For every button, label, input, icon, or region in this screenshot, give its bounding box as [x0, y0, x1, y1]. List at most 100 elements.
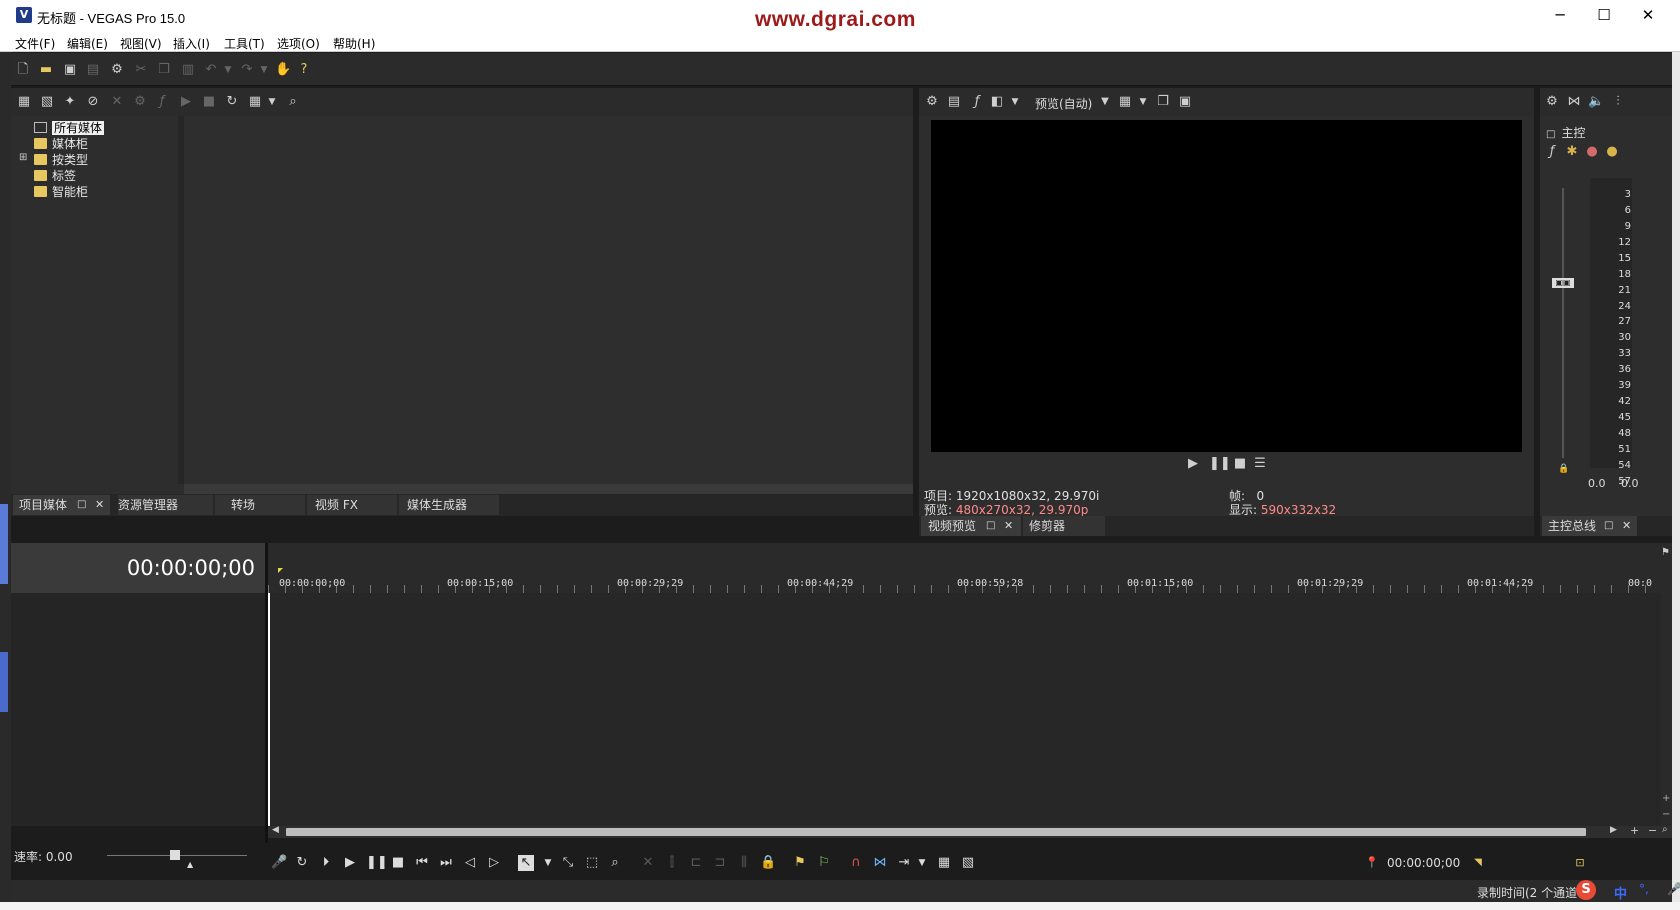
master-solo-icon[interactable]: ● — [1604, 144, 1620, 160]
events-icon[interactable]: ✋ — [275, 62, 291, 78]
selection-tool-icon[interactable]: ⬚ — [584, 855, 600, 871]
video-output-fx-icon[interactable]: ƒ — [969, 94, 985, 110]
media-scrollbar[interactable] — [184, 484, 913, 494]
envelope-tool-icon[interactable]: ⤡ — [560, 855, 576, 871]
menu-tools[interactable]: 工具(T) — [224, 35, 265, 52]
tab-video-fx[interactable]: 视频 FX — [307, 495, 397, 515]
timeline-tracks[interactable] — [268, 593, 1661, 826]
capture-icon[interactable]: ▧ — [39, 94, 55, 110]
play-icon[interactable]: ▶ — [342, 855, 358, 871]
tree-item-by-type[interactable]: 按类型 — [34, 152, 88, 168]
menu-insert[interactable]: 插入(I) — [173, 35, 210, 52]
mixer-sliders-icon[interactable]: ⫶ — [1610, 94, 1626, 110]
minimize-button[interactable]: ─ — [1538, 4, 1582, 26]
tab-master-bus[interactable]: 主控总线 □ ✕ — [1542, 516, 1637, 536]
save-snapshot-icon[interactable]: ▣ — [1177, 94, 1193, 110]
fader-lock-icon[interactable]: 🔒 — [1558, 464, 1569, 474]
expand-icon[interactable]: ⊞ — [19, 152, 27, 163]
loop-region-end-icon[interactable]: ⊡ — [1572, 855, 1588, 871]
media-fx-icon[interactable]: ƒ — [154, 94, 170, 110]
pause-icon[interactable]: ❚❚ — [366, 855, 388, 871]
views-dropdown-icon[interactable]: ▼ — [264, 94, 280, 110]
marker-flag-icon[interactable]: ⚑ — [1661, 547, 1670, 558]
media-stop-icon[interactable]: ■ — [201, 94, 217, 110]
go-to-end-icon[interactable]: ⏭ — [438, 855, 454, 871]
tab-explorer[interactable]: 资源管理器 — [118, 495, 213, 515]
tree-item-all-media[interactable]: 所有媒体 — [34, 120, 105, 136]
playhead-line[interactable] — [268, 593, 270, 826]
close-tab-icon[interactable]: ✕ — [1004, 516, 1013, 536]
lock-icon[interactable]: 🔒 — [760, 855, 776, 871]
normal-edit-tool-icon[interactable]: ↖ — [518, 855, 534, 871]
overlays-grid-icon[interactable]: ▦ — [1117, 94, 1133, 110]
remove-unused-icon[interactable]: ⊘ — [85, 94, 101, 110]
preview-menu-icon[interactable]: ☰ — [1252, 456, 1268, 472]
zoom-tool-icon[interactable]: ⌕ — [1662, 824, 1668, 835]
track-list-area[interactable] — [11, 593, 265, 826]
snapping-magnet-icon[interactable]: ∩ — [848, 855, 864, 871]
undock-icon[interactable]: □ — [77, 495, 86, 515]
search-icon[interactable]: ⌕ — [285, 94, 301, 110]
undo-dropdown-icon[interactable]: ▼ — [220, 62, 236, 78]
auto-ripple-icon[interactable]: ⇥ — [896, 855, 912, 871]
scroll-right-icon[interactable]: ▶ — [1610, 825, 1617, 835]
menu-edit[interactable]: 编辑(E) — [67, 35, 108, 52]
undock-icon[interactable]: □ — [986, 516, 995, 536]
preview-quality-select[interactable]: 预览(自动) — [1035, 95, 1092, 112]
close-tab-icon[interactable]: ✕ — [1622, 516, 1631, 536]
ripple-dropdown-icon[interactable]: ▼ — [914, 855, 930, 871]
close-button[interactable]: ✕ — [1626, 4, 1670, 26]
master-properties-gear-icon[interactable]: ⚙ — [1544, 94, 1560, 110]
zoom-edit-tool-icon[interactable]: ⌕ — [607, 855, 623, 871]
media-fx-gear-icon[interactable]: ⚙ — [132, 94, 148, 110]
downmix-icon[interactable]: ⋈ — [1566, 94, 1582, 110]
next-frame-icon[interactable]: ▷ — [486, 855, 502, 871]
scroll-thumb[interactable] — [286, 828, 1586, 836]
master-fx-icon[interactable]: ƒ — [1544, 144, 1560, 160]
trim-start-icon[interactable]: ⊏ — [688, 855, 704, 871]
open-folder-icon[interactable]: ▬ — [38, 62, 54, 78]
vertical-scrollbar[interactable]: ⚑ + − — [1661, 543, 1672, 826]
master-fader-track[interactable] — [1562, 188, 1564, 458]
external-monitor-icon[interactable]: ▤ — [946, 94, 962, 110]
play-from-start-icon[interactable]: ⏵ — [318, 855, 334, 871]
new-file-icon[interactable]: 🗋 — [15, 62, 31, 78]
overlays-dropdown-icon[interactable]: ▼ — [1135, 94, 1151, 110]
views-icon[interactable]: ▦ — [247, 94, 263, 110]
tree-item-smart-bins[interactable]: 智能柜 — [34, 184, 88, 200]
menu-options[interactable]: 选项(O) — [277, 35, 320, 52]
edit-tool-dropdown-icon[interactable]: ▼ — [540, 855, 556, 871]
insert-marker-icon[interactable]: ⚑ — [792, 855, 808, 871]
insert-region-icon[interactable]: ⚐ — [816, 855, 832, 871]
master-plugin-icon[interactable]: ✱ — [1564, 144, 1580, 160]
render-icon[interactable]: ▤ — [85, 62, 101, 78]
paste-icon[interactable]: ▥ — [180, 62, 196, 78]
master-record-icon[interactable]: ● — [1584, 144, 1600, 160]
preview-properties-gear-icon[interactable]: ⚙ — [924, 94, 940, 110]
split-screen-icon[interactable]: ◧ — [989, 94, 1005, 110]
ime-mic-icon[interactable]: 🎤 — [1667, 882, 1680, 896]
menu-view[interactable]: 视图(V) — [120, 35, 162, 52]
tree-item-tags[interactable]: 标签 — [34, 168, 76, 184]
undock-icon[interactable]: □ — [1604, 516, 1613, 536]
ignore-grouping-icon[interactable]: ▧ — [960, 855, 976, 871]
auto-crossfade-icon[interactable]: ⋈ — [872, 855, 888, 871]
quality-dropdown-icon[interactable]: ▼ — [1097, 94, 1113, 110]
trim-icon[interactable]: ⫿ — [664, 855, 680, 871]
help-pointer-icon[interactable]: ? — [296, 62, 312, 78]
loop-playback-icon[interactable]: ↻ — [294, 855, 310, 871]
delete-icon[interactable]: ✕ — [640, 855, 656, 871]
lock-envelopes-icon[interactable]: ▦ — [936, 855, 952, 871]
save-icon[interactable]: ▣ — [62, 62, 78, 78]
menu-help[interactable]: 帮助(H) — [333, 35, 375, 52]
tab-project-media[interactable]: 项目媒体 □ ✕ — [13, 495, 110, 515]
trim-end-icon[interactable]: ⊐ — [712, 855, 728, 871]
tab-media-generators[interactable]: 媒体生成器 — [399, 495, 499, 515]
tab-video-preview[interactable]: 视频预览 □ ✕ — [921, 516, 1021, 536]
zoom-in-vertical-icon[interactable]: + — [1662, 793, 1670, 804]
preview-play-icon[interactable]: ▶ — [1185, 456, 1201, 472]
zoom-out-vertical-icon[interactable]: − — [1662, 809, 1670, 820]
cut-icon[interactable]: ✂ — [133, 62, 149, 78]
ime-mode-indicator[interactable]: 中 — [1614, 883, 1627, 902]
rate-slider-handle[interactable] — [170, 850, 180, 860]
